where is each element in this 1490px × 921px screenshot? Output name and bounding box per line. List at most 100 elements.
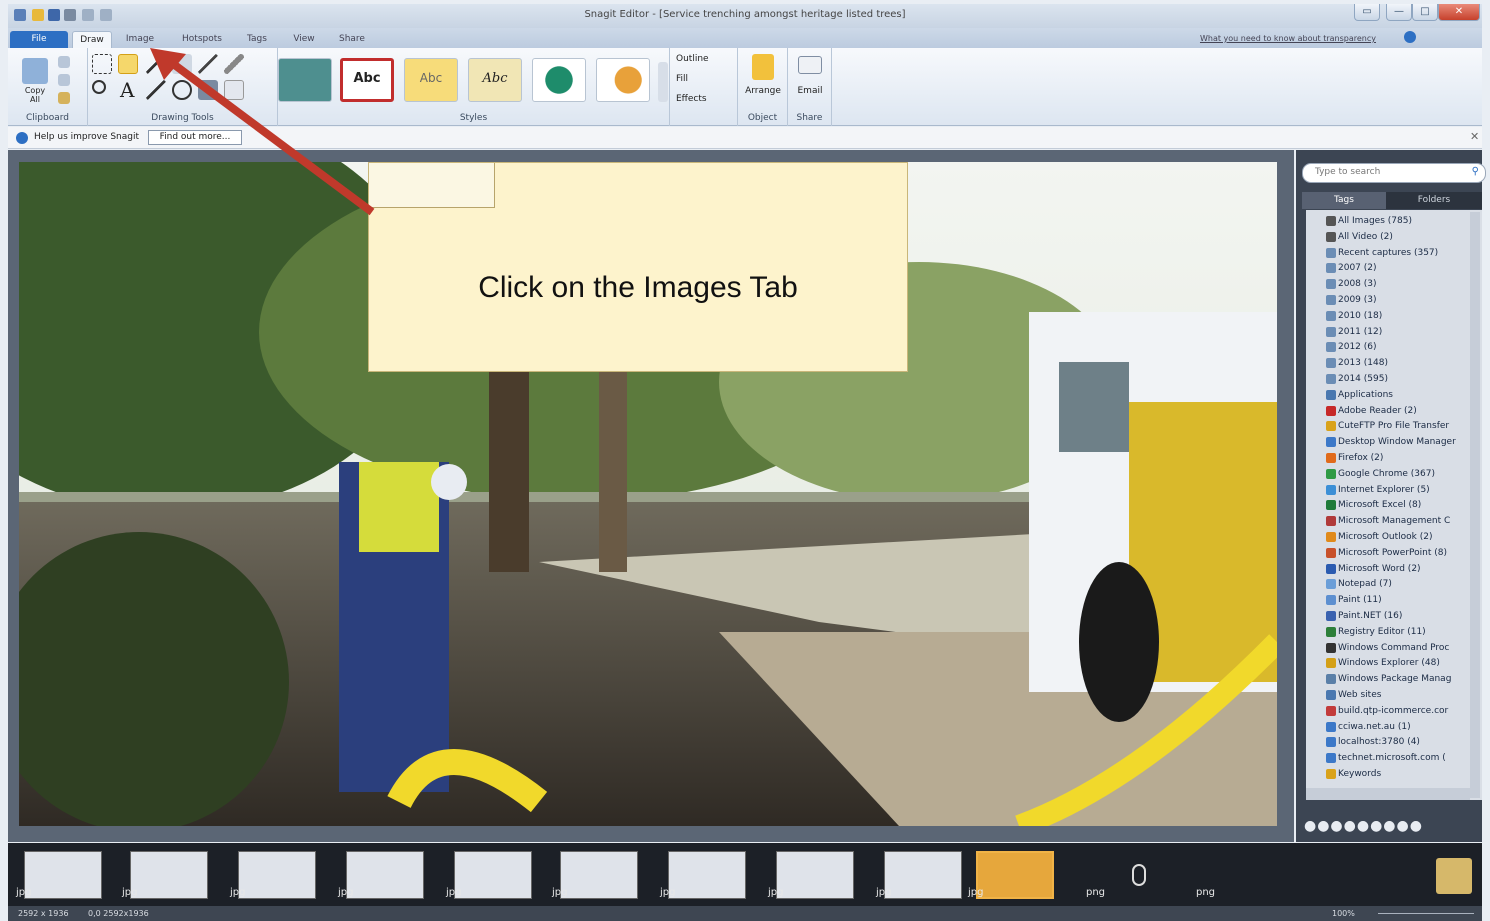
tree-item[interactable]: Paint (11) bbox=[1338, 593, 1470, 607]
tree-item[interactable]: technet.microsoft.com ( bbox=[1338, 751, 1470, 765]
tray-thumbnail[interactable] bbox=[976, 851, 1054, 899]
tree-item[interactable]: Microsoft Outlook (2) bbox=[1338, 530, 1470, 544]
tree-item-icon bbox=[1326, 279, 1336, 290]
email-label[interactable]: Email bbox=[788, 86, 832, 96]
tree-item[interactable]: Microsoft PowerPoint (8) bbox=[1338, 546, 1470, 560]
tree-item[interactable]: localhost:3780 (4) bbox=[1338, 735, 1470, 749]
tree-item[interactable]: All Images (785) bbox=[1338, 214, 1470, 228]
tab-draw[interactable]: Draw bbox=[72, 31, 112, 48]
tree-item[interactable]: CuteFTP Pro File Transfer bbox=[1338, 419, 1470, 433]
tree-item[interactable]: Internet Explorer (5) bbox=[1338, 483, 1470, 497]
style-note[interactable]: Abc bbox=[468, 58, 522, 102]
tray-thumbnail[interactable] bbox=[24, 851, 102, 899]
tray-thumbnail[interactable] bbox=[560, 851, 638, 899]
style-curved-arrow[interactable] bbox=[596, 58, 650, 102]
tree-item[interactable]: Microsoft Excel (8) bbox=[1338, 498, 1470, 512]
selection-tool-icon[interactable] bbox=[92, 54, 112, 74]
open-library-icon[interactable] bbox=[1436, 858, 1472, 894]
tree-item[interactable]: Recent captures (357) bbox=[1338, 246, 1470, 260]
callout-text: Click on the Images Tab bbox=[478, 271, 798, 304]
tree-item[interactable]: Paint.NET (16) bbox=[1338, 609, 1470, 623]
tray-thumbnail[interactable] bbox=[776, 851, 854, 899]
arrange-label[interactable]: Arrange bbox=[738, 86, 788, 96]
copy-icon[interactable] bbox=[58, 74, 70, 86]
tree-item-icon bbox=[1326, 374, 1336, 384]
copy-all-icon[interactable] bbox=[22, 58, 48, 84]
tree-item[interactable]: Registry Editor (11) bbox=[1338, 625, 1470, 639]
tree-item[interactable]: 2011 (12) bbox=[1338, 325, 1470, 339]
tab-file[interactable]: File bbox=[10, 31, 68, 48]
tree-item[interactable]: Keywords bbox=[1338, 767, 1470, 781]
email-icon[interactable] bbox=[798, 56, 822, 74]
tree-item[interactable]: 2014 (595) bbox=[1338, 372, 1470, 386]
tree-hscrollbar[interactable] bbox=[1306, 788, 1470, 800]
tree-item[interactable]: Google Chrome (367) bbox=[1338, 467, 1470, 481]
cut-icon[interactable] bbox=[58, 56, 70, 68]
maximize-button[interactable]: □ bbox=[1412, 4, 1438, 21]
tree-item[interactable]: Windows Explorer (48) bbox=[1338, 656, 1470, 670]
tree-item-icon bbox=[1326, 737, 1336, 748]
tree-item[interactable]: 2013 (148) bbox=[1338, 356, 1470, 370]
tree-item[interactable]: Microsoft Word (2) bbox=[1338, 562, 1470, 576]
panel-tab-folders[interactable]: Folders bbox=[1386, 192, 1482, 209]
effects-button[interactable]: Effects bbox=[676, 94, 707, 104]
panel-filter-icons[interactable]: ●●●●●●●●● bbox=[1304, 818, 1423, 834]
search-icon[interactable]: ⚲ bbox=[1472, 166, 1479, 177]
text-tool-icon[interactable]: A bbox=[120, 78, 134, 102]
tree-item-icon bbox=[1326, 705, 1336, 716]
tree-item[interactable]: 2009 (3) bbox=[1338, 293, 1470, 307]
callout-tool-icon[interactable] bbox=[118, 54, 138, 74]
tree-item[interactable]: 2008 (3) bbox=[1338, 277, 1470, 291]
tree-item-icon bbox=[1326, 358, 1336, 369]
tree-item[interactable]: build.qtp-icommerce.cor bbox=[1338, 704, 1470, 718]
fill-button[interactable]: Fill bbox=[676, 74, 688, 84]
tree-item[interactable]: Applications bbox=[1338, 388, 1470, 402]
tray-thumbnail[interactable] bbox=[454, 851, 532, 899]
tree-item-icon bbox=[1326, 231, 1336, 242]
thumbnail-type-label: jpg bbox=[968, 887, 984, 898]
tree-item[interactable]: Windows Package Manag bbox=[1338, 672, 1470, 686]
tray-thumbnail[interactable] bbox=[238, 851, 316, 899]
panel-tab-tags[interactable]: Tags bbox=[1302, 192, 1386, 209]
tree-item-icon bbox=[1326, 769, 1336, 779]
tree-item[interactable]: 2012 (6) bbox=[1338, 340, 1470, 354]
tree-item[interactable]: Desktop Window Manager bbox=[1338, 435, 1470, 449]
tray-thumbnail[interactable] bbox=[668, 851, 746, 899]
paste-icon[interactable] bbox=[58, 92, 70, 104]
tree-item[interactable]: Windows Command Proc bbox=[1338, 641, 1470, 655]
mouse-icon bbox=[1132, 864, 1146, 886]
zoom-tool-icon[interactable] bbox=[92, 80, 106, 94]
style-green-bubble[interactable] bbox=[532, 58, 586, 102]
library-search-input[interactable]: Type to search ⚲ bbox=[1302, 163, 1486, 183]
tree-item[interactable]: Adobe Reader (2) bbox=[1338, 404, 1470, 418]
tree-item[interactable]: 2007 (2) bbox=[1338, 261, 1470, 275]
minimize-button[interactable]: — bbox=[1386, 4, 1412, 21]
tree-item[interactable]: Firefox (2) bbox=[1338, 451, 1470, 465]
tree-vscrollbar[interactable] bbox=[1470, 212, 1480, 798]
arrange-icon[interactable] bbox=[752, 54, 774, 80]
tray-thumbnail[interactable] bbox=[884, 851, 962, 899]
tree-item[interactable]: Notepad (7) bbox=[1338, 577, 1470, 591]
outline-button[interactable]: Outline bbox=[676, 54, 709, 64]
tree-item[interactable]: All Video (2) bbox=[1338, 230, 1470, 244]
zoom-slider[interactable] bbox=[1378, 913, 1474, 914]
ribbon-minimize-button[interactable]: ▭ bbox=[1354, 4, 1380, 21]
tray-thumbnail[interactable] bbox=[130, 851, 208, 899]
tree-item[interactable]: Microsoft Management C bbox=[1338, 514, 1470, 528]
zoom-level: 100% bbox=[1332, 909, 1355, 918]
help-icon[interactable] bbox=[1404, 31, 1416, 43]
image-size: 2592 x 1936 bbox=[18, 909, 69, 918]
close-button[interactable]: ✕ bbox=[1438, 4, 1480, 21]
style-yellow-callout[interactable]: Abc bbox=[404, 58, 458, 102]
tree-item[interactable]: cciwa.net.au (1) bbox=[1338, 720, 1470, 734]
close-bar-icon[interactable]: ✕ bbox=[1470, 130, 1479, 143]
styles-scroll[interactable] bbox=[658, 62, 668, 102]
tree-item[interactable]: Web sites bbox=[1338, 688, 1470, 702]
tree-item-icon bbox=[1326, 721, 1336, 732]
tree-item-icon bbox=[1326, 579, 1336, 590]
instruction-callout[interactable]: Click on the Images Tab bbox=[368, 162, 908, 372]
status-bar: 2592 x 1936 0,0 2592x1936 100% bbox=[8, 906, 1482, 921]
tray-thumbnail[interactable] bbox=[346, 851, 424, 899]
transparency-help-link[interactable]: What you need to know about transparency bbox=[1188, 31, 1388, 48]
tree-item[interactable]: 2010 (18) bbox=[1338, 309, 1470, 323]
